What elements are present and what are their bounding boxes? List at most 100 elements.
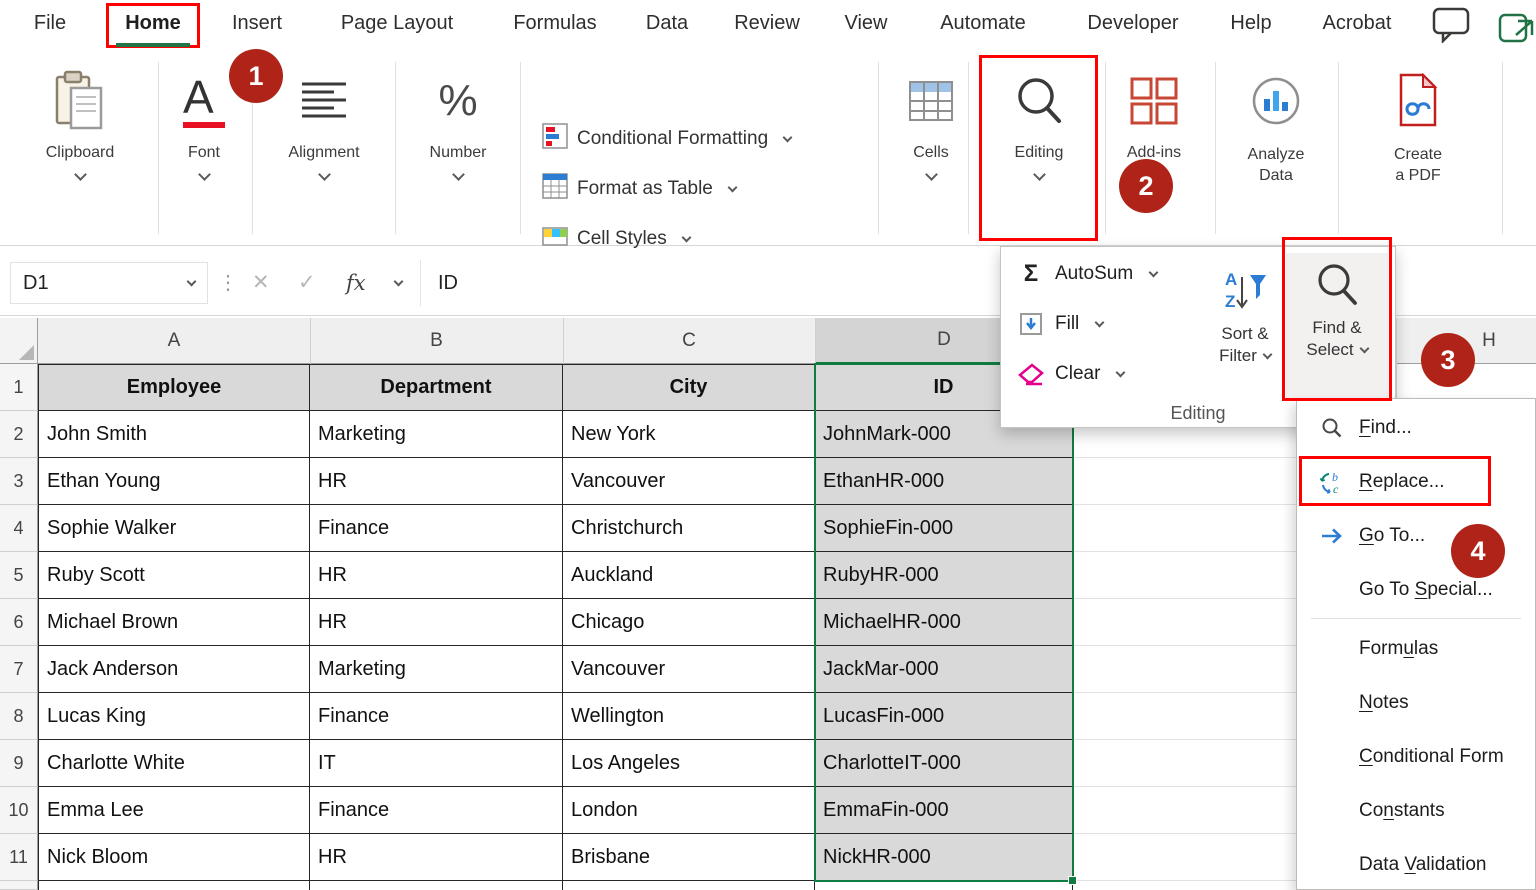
- table-cell[interactable]: HR: [310, 599, 563, 646]
- table-cell[interactable]: Lucas King: [38, 693, 310, 740]
- table-cell[interactable]: Finance: [310, 505, 563, 552]
- tab-file[interactable]: File: [34, 12, 66, 35]
- cancel-icon[interactable]: ✕: [252, 262, 270, 304]
- table-cell[interactable]: Vancouver: [563, 646, 815, 693]
- tab-view[interactable]: View: [845, 12, 888, 35]
- addins-button[interactable]: Add-ins: [1118, 58, 1190, 162]
- cells-group-button[interactable]: Cells: [898, 58, 964, 179]
- table-cell[interactable]: IT: [310, 740, 563, 787]
- column-header-C[interactable]: C: [563, 318, 815, 364]
- menu-item-formulas[interactable]: Formulas: [1297, 622, 1535, 676]
- table-cell[interactable]: Jack Anderson: [38, 646, 310, 693]
- name-box[interactable]: D1: [10, 262, 208, 304]
- enter-icon[interactable]: ✓: [298, 262, 316, 304]
- table-header-cell[interactable]: Employee: [38, 364, 310, 411]
- tab-formulas[interactable]: Formulas: [513, 12, 596, 35]
- table-cell[interactable]: Marketing: [310, 646, 563, 693]
- select-all-corner[interactable]: [0, 318, 38, 364]
- table-cell[interactable]: New York: [563, 411, 815, 458]
- menu-item-constants[interactable]: Constants: [1297, 784, 1535, 838]
- table-header-cell[interactable]: City: [563, 364, 815, 411]
- analyze-data-button[interactable]: Analyze Data: [1236, 58, 1316, 186]
- table-cell[interactable]: Michael Brown: [38, 599, 310, 646]
- tab-acrobat[interactable]: Acrobat: [1323, 12, 1392, 35]
- row-header-5[interactable]: 5: [0, 552, 38, 599]
- clipboard-group-button[interactable]: Clipboard: [30, 58, 130, 179]
- editing-group-button[interactable]: Editing: [986, 58, 1092, 179]
- row-header-7[interactable]: 7: [0, 646, 38, 693]
- menu-item-data-validation[interactable]: Data Validation: [1297, 838, 1535, 890]
- table-cell[interactable]: RubyHR-000: [815, 552, 1073, 599]
- row-header-1[interactable]: 1: [0, 364, 38, 411]
- table-cell[interactable]: Brisbane: [563, 834, 815, 881]
- table-cell[interactable]: CharlotteIT-000: [815, 740, 1073, 787]
- table-cell[interactable]: Vancouver: [563, 458, 815, 505]
- row-header-10[interactable]: 10: [0, 787, 38, 834]
- table-cell[interactable]: London: [563, 787, 815, 834]
- autosum-button[interactable]: Σ AutoSum: [1017, 255, 1157, 293]
- share-icon[interactable]: [1498, 5, 1536, 50]
- table-cell[interactable]: JackMar-000: [815, 646, 1073, 693]
- tab-page-layout[interactable]: Page Layout: [341, 12, 453, 35]
- row-header-4[interactable]: 4: [0, 505, 38, 552]
- tab-home[interactable]: Home: [125, 12, 181, 35]
- format-as-table-button[interactable]: Format as Table: [542, 172, 736, 206]
- clear-button[interactable]: Clear: [1017, 355, 1124, 393]
- number-group-button[interactable]: % Number: [410, 58, 506, 179]
- menu-item-notes[interactable]: Notes: [1297, 676, 1535, 730]
- tab-automate[interactable]: Automate: [940, 12, 1026, 35]
- tab-review[interactable]: Review: [734, 12, 800, 35]
- alignment-group-button[interactable]: Alignment: [266, 58, 382, 179]
- menu-item-replace[interactable]: bcReplace...: [1297, 455, 1535, 509]
- table-cell[interactable]: Finance: [310, 787, 563, 834]
- table-cell[interactable]: Wellington: [563, 693, 815, 740]
- table-cell[interactable]: Finance: [310, 693, 563, 740]
- table-cell[interactable]: John Smith: [38, 411, 310, 458]
- comment-icon[interactable]: [1432, 7, 1470, 48]
- fill-button[interactable]: Fill: [1017, 305, 1103, 343]
- row-header-3[interactable]: 3: [0, 458, 38, 505]
- column-header-A[interactable]: A: [38, 318, 310, 364]
- row-header-2[interactable]: 2: [0, 411, 38, 458]
- table-cell[interactable]: Los Angeles: [563, 740, 815, 787]
- menu-item-find[interactable]: Find...: [1297, 401, 1535, 455]
- table-header-cell[interactable]: Department: [310, 364, 563, 411]
- table-cell[interactable]: EmmaFin-000: [815, 787, 1073, 834]
- tab-data[interactable]: Data: [646, 12, 688, 35]
- row-header-9[interactable]: 9: [0, 740, 38, 787]
- insert-function-icon[interactable]: fx: [346, 262, 366, 304]
- column-header-B[interactable]: B: [310, 318, 563, 364]
- table-cell[interactable]: Ruby Scott: [38, 552, 310, 599]
- table-cell[interactable]: Christchurch: [563, 505, 815, 552]
- fill-handle[interactable]: [1068, 876, 1077, 885]
- table-cell[interactable]: MichaelHR-000: [815, 599, 1073, 646]
- tab-developer[interactable]: Developer: [1087, 12, 1178, 35]
- row-header-6[interactable]: 6: [0, 599, 38, 646]
- menu-item-conditional-form[interactable]: Conditional Form: [1297, 730, 1535, 784]
- table-cell[interactable]: Chicago: [563, 599, 815, 646]
- sort-filter-button[interactable]: AZ Sort & Filter: [1203, 259, 1287, 393]
- table-cell[interactable]: HR: [310, 458, 563, 505]
- table-cell[interactable]: SophieFin-000: [815, 505, 1073, 552]
- table-cell[interactable]: NickHR-000: [815, 834, 1073, 881]
- menu-item-go-to-special[interactable]: Go To Special...: [1297, 563, 1535, 617]
- find-select-button[interactable]: Find & Select: [1286, 253, 1388, 399]
- formula-input[interactable]: ID: [438, 262, 458, 304]
- table-cell[interactable]: Emma Lee: [38, 787, 310, 834]
- create-pdf-button[interactable]: Create a PDF: [1378, 58, 1458, 186]
- tab-insert[interactable]: Insert: [232, 12, 282, 35]
- table-cell[interactable]: Auckland: [563, 552, 815, 599]
- table-cell[interactable]: Ethan Young: [38, 458, 310, 505]
- conditional-formatting-button[interactable]: Conditional Formatting: [542, 122, 791, 156]
- table-cell[interactable]: HR: [310, 552, 563, 599]
- table-cell[interactable]: Sophie Walker: [38, 505, 310, 552]
- table-cell[interactable]: EthanHR-000: [815, 458, 1073, 505]
- tab-help[interactable]: Help: [1230, 12, 1271, 35]
- table-cell[interactable]: Charlotte White: [38, 740, 310, 787]
- table-cell[interactable]: HR: [310, 834, 563, 881]
- table-cell[interactable]: Marketing: [310, 411, 563, 458]
- table-cell[interactable]: LucasFin-000: [815, 693, 1073, 740]
- row-header-11[interactable]: 11: [0, 834, 38, 881]
- row-header-8[interactable]: 8: [0, 693, 38, 740]
- table-cell[interactable]: Nick Bloom: [38, 834, 310, 881]
